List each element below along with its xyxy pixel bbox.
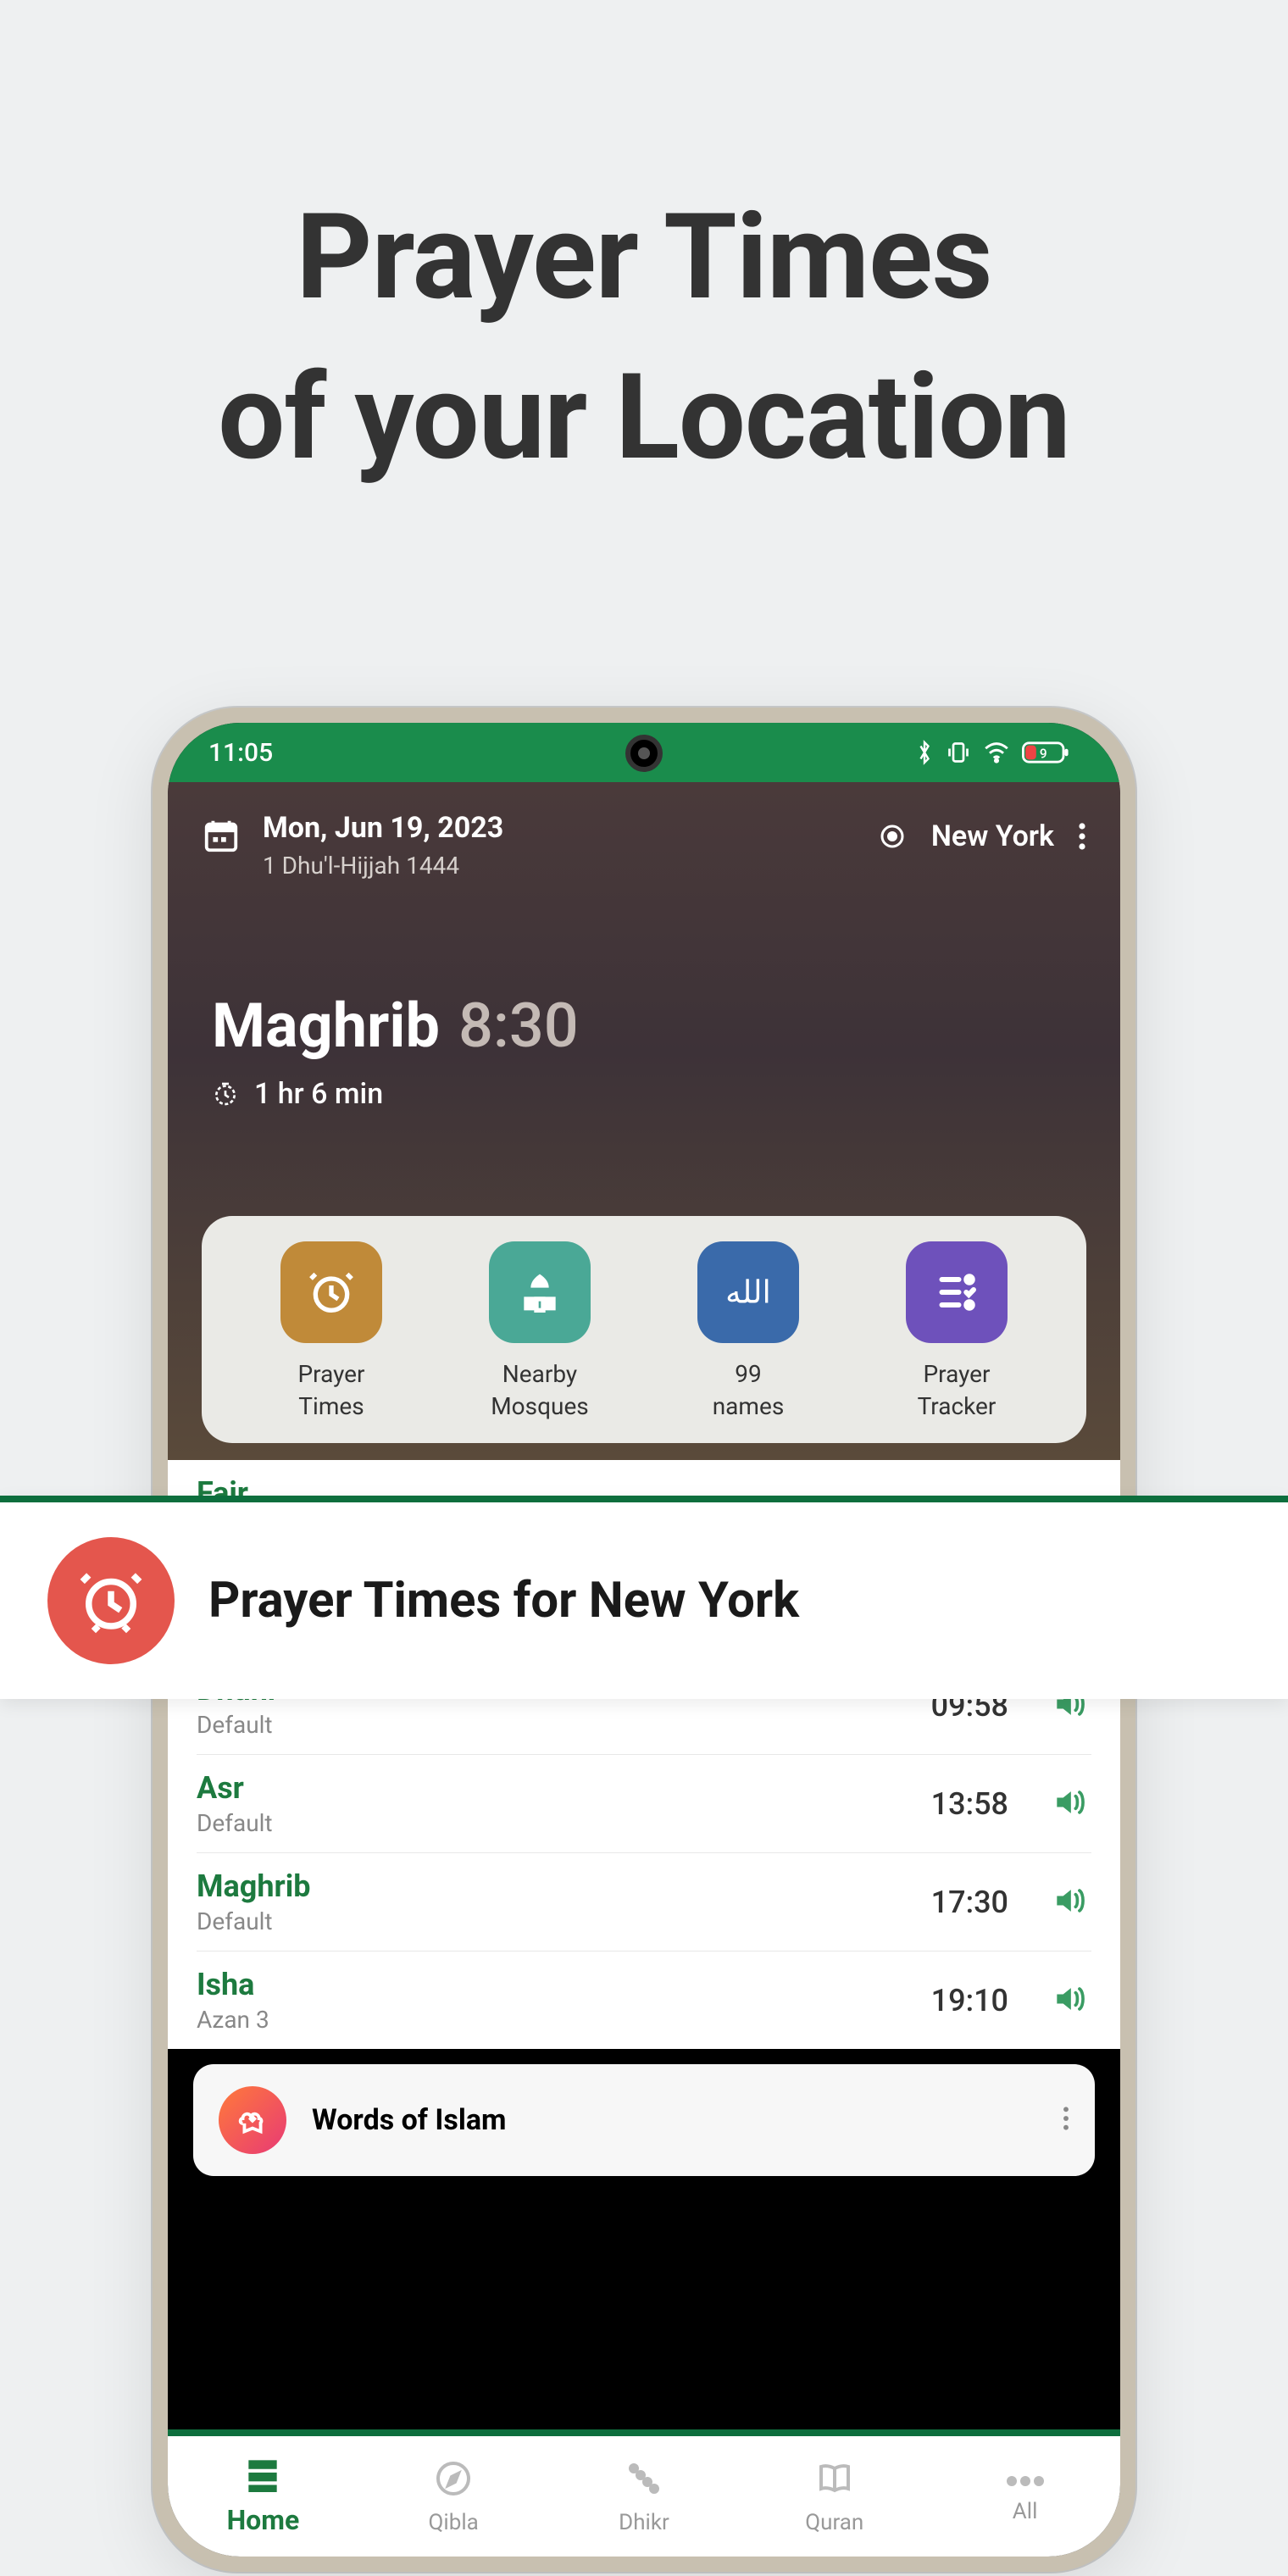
nav-label: All: [1013, 2499, 1038, 2524]
prayer-row-maghrib[interactable]: Maghrib Default17:30: [197, 1853, 1091, 1951]
alarm-clock-icon: [47, 1537, 175, 1664]
nav-home[interactable]: Home: [168, 2457, 358, 2536]
nav-label: Qibla: [429, 2510, 479, 2535]
hijri-date: 1 Dhu'l-Hijjah 1444: [263, 852, 503, 880]
quick-action-tracker[interactable]: PrayerTracker: [852, 1241, 1061, 1423]
hero-section: Mon, Jun 19, 2023 1 Dhu'l-Hijjah 1444 Ne…: [168, 782, 1120, 1460]
prayer-sub: Default: [197, 1809, 931, 1837]
status-bar: 11:05 9: [168, 723, 1120, 782]
bottom-nav: Home Qibla Dhikr Quran All: [168, 2429, 1120, 2557]
prayer-name: Isha: [197, 1967, 931, 2002]
nav-quran[interactable]: Quran: [739, 2458, 930, 2535]
page-heading: Prayer Times of your Location: [0, 0, 1288, 498]
prayer-time: 17:30: [931, 1885, 1008, 1920]
prayer-name: Maghrib: [197, 1868, 931, 1904]
svg-text:الله: الله: [725, 1275, 771, 1312]
quick-action-mosque[interactable]: NearbyMosques: [436, 1241, 644, 1423]
dots-icon: [1005, 2468, 1046, 2494]
alarm-icon: [280, 1241, 382, 1343]
prayer-sub: Default: [197, 1711, 931, 1739]
tracker-icon: [906, 1241, 1008, 1343]
nav-qibla[interactable]: Qibla: [358, 2458, 549, 2535]
sound-toggle[interactable]: [1051, 1784, 1088, 1824]
location-pin-icon: [877, 821, 908, 852]
gregorian-date: Mon, Jun 19, 2023: [263, 811, 503, 845]
sound-toggle[interactable]: [1051, 1980, 1088, 2021]
more-menu-button[interactable]: [1078, 821, 1086, 852]
calendar-icon: [202, 816, 241, 855]
countdown-text: 1 hr 6 min: [254, 1077, 383, 1111]
words-title: Words of Islam: [312, 2103, 1037, 2137]
allah-icon: الله: [697, 1241, 799, 1343]
prayer-row-asr[interactable]: Asr Default13:58: [197, 1755, 1091, 1853]
beads-icon: [624, 2458, 664, 2505]
mosque-icon: [489, 1241, 591, 1343]
quick-action-alarm[interactable]: PrayerTimes: [227, 1241, 436, 1423]
wifi-icon: [983, 741, 1010, 763]
prayer-row-isha[interactable]: Isha Azan 319:10: [197, 1951, 1091, 2049]
nav-label: Home: [227, 2504, 300, 2536]
heading-line-2: of your Location: [218, 348, 1069, 487]
quick-actions-card: PrayerTimes NearbyMosques الله 99names Praye…: [202, 1216, 1086, 1443]
heading-line-1: Prayer Times: [296, 188, 991, 327]
quick-label: PrayerTimes: [297, 1358, 364, 1423]
next-prayer-name: Maghrib: [212, 990, 440, 1062]
quick-label: PrayerTracker: [918, 1358, 997, 1423]
words-more-button[interactable]: [1063, 2105, 1069, 2135]
notification-banner[interactable]: Prayer Times for New York: [0, 1496, 1288, 1699]
compass-icon: [433, 2458, 474, 2505]
book-icon: [814, 2458, 855, 2505]
prayer-name: Asr: [197, 1770, 931, 1806]
sound-toggle[interactable]: [1051, 1882, 1088, 1923]
nav-label: Quran: [805, 2510, 863, 2535]
next-prayer-time: 8:30: [458, 990, 579, 1062]
home-icon: [242, 2457, 284, 2499]
prayer-sub: Default: [197, 1907, 931, 1935]
quick-label: 99names: [713, 1358, 785, 1423]
quick-label: NearbyMosques: [491, 1358, 589, 1423]
prayer-time: 13:58: [931, 1786, 1008, 1822]
banner-title: Prayer Times for New York: [208, 1572, 799, 1629]
prayer-sub: Azan 3: [197, 2006, 931, 2034]
words-of-islam-card[interactable]: Words of Islam: [193, 2064, 1095, 2176]
status-time: 11:05: [208, 738, 273, 768]
date-block[interactable]: Mon, Jun 19, 2023 1 Dhu'l-Hijjah 1444: [202, 811, 503, 880]
vibrate-icon: [946, 740, 971, 765]
nav-label: Dhikr: [619, 2510, 669, 2535]
words-icon: [219, 2086, 286, 2154]
nav-all[interactable]: All: [930, 2468, 1120, 2524]
nav-dhikr[interactable]: Dhikr: [549, 2458, 740, 2535]
battery-icon: 9: [1022, 741, 1069, 764]
timer-icon: [212, 1080, 239, 1108]
bluetooth-icon: [915, 740, 934, 765]
quick-action-allah[interactable]: الله 99names: [644, 1241, 852, 1423]
prayer-time: 19:10: [931, 1983, 1008, 2018]
location-label[interactable]: New York: [931, 819, 1054, 853]
camera-hole: [625, 735, 663, 772]
svg-text:9: 9: [1040, 746, 1047, 761]
